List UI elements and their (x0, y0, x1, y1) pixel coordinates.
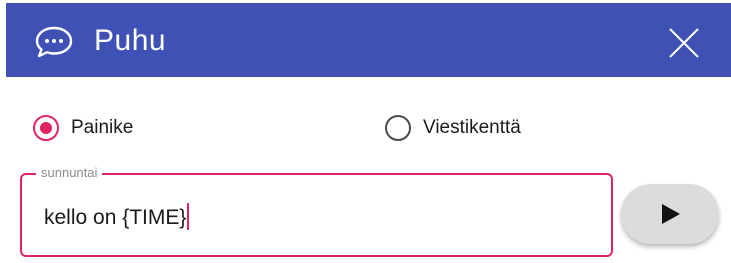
radio-viestikentta-label: Viestikenttä (423, 117, 521, 138)
text-caret (187, 203, 190, 230)
radio-painike[interactable]: Painike (33, 112, 133, 144)
send-button[interactable] (621, 184, 719, 244)
message-input[interactable]: sunnuntai kello on {TIME} (20, 165, 613, 257)
radio-button-unchecked[interactable] (385, 115, 411, 141)
radio-viestikentta[interactable]: Viestikenttä (385, 112, 521, 144)
play-icon (662, 204, 680, 224)
radio-button-checked[interactable] (33, 115, 59, 141)
speech-bubble-dots-icon (34, 25, 74, 59)
message-input-label: sunnuntai (36, 165, 103, 180)
message-input-text: kello on {TIME} (44, 206, 187, 229)
close-icon (669, 28, 699, 58)
radio-painike-label: Painike (71, 117, 134, 138)
message-input-value[interactable]: kello on {TIME} (44, 203, 190, 230)
close-button[interactable] (666, 25, 702, 61)
dialog-title: Puhu (94, 24, 167, 57)
dialog-header: Puhu (6, 3, 731, 77)
